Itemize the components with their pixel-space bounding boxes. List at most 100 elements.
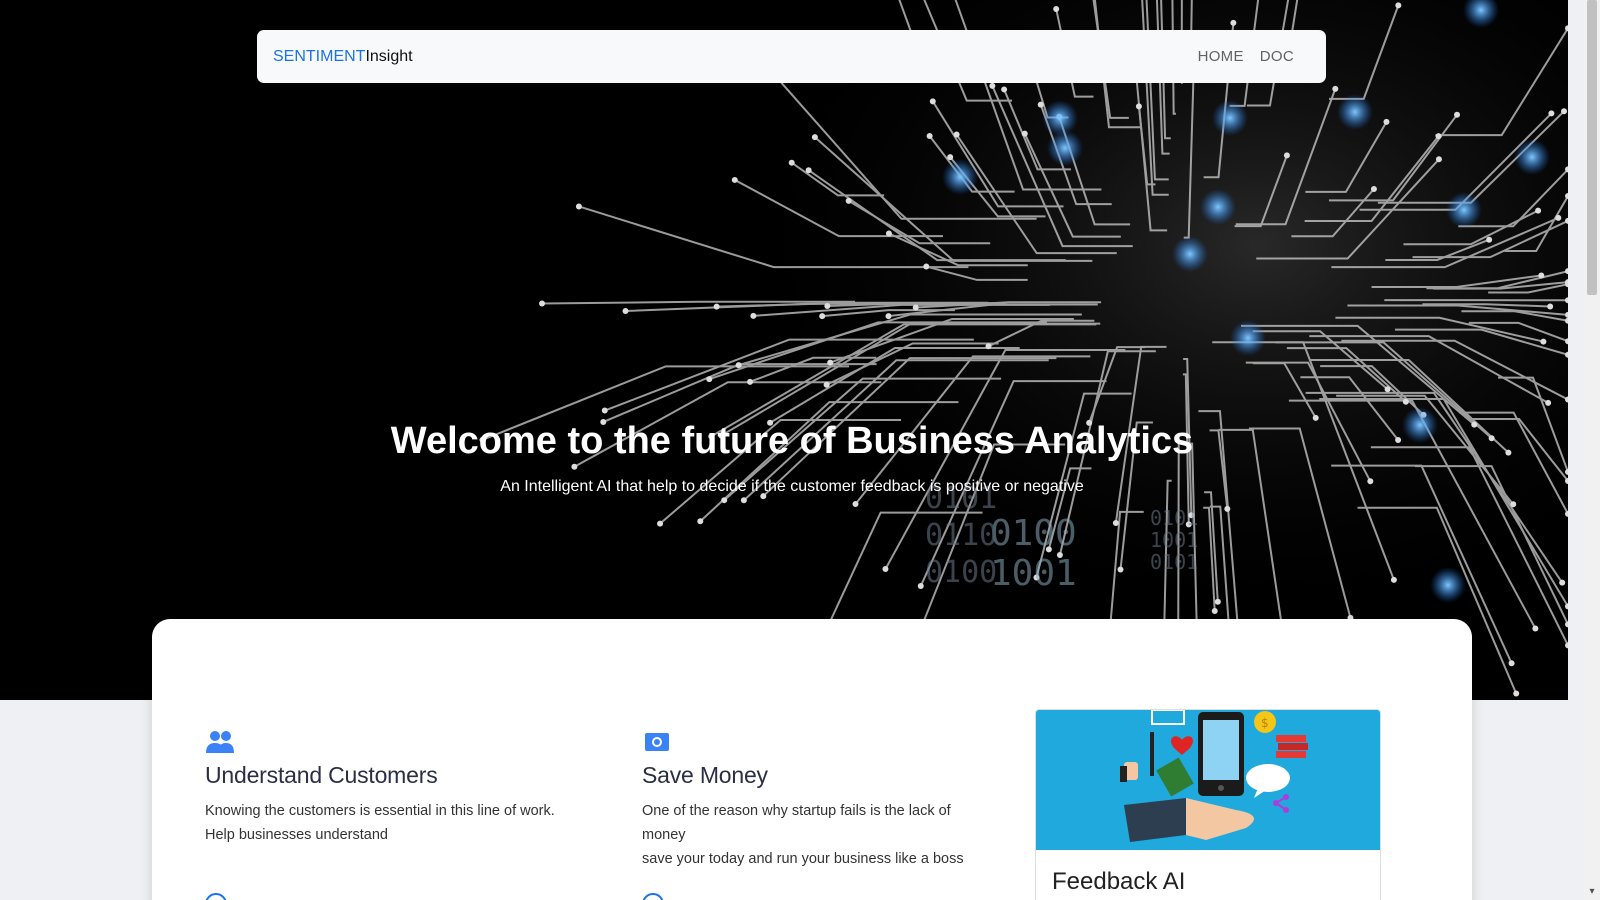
money-icon xyxy=(645,733,669,751)
circuit-node xyxy=(713,303,720,310)
circuit-node xyxy=(1390,576,1397,583)
circuit-node xyxy=(735,362,742,369)
circuit-brain-background: 0101 0110 0100 0100 1001 0101 1001 0101 xyxy=(479,0,1568,700)
circuit-node xyxy=(1555,214,1562,221)
feedback-card-title: Feedback AI xyxy=(1052,868,1186,895)
circuit-node xyxy=(721,497,728,504)
circuit-node xyxy=(845,197,852,204)
circuit-node xyxy=(1508,660,1515,667)
circuit-node xyxy=(1510,501,1517,508)
circuit-node xyxy=(622,308,629,315)
feature-save-money: Save Money One of the reason why startup… xyxy=(642,729,992,871)
circuit-node xyxy=(827,359,834,366)
svg-text:$: $ xyxy=(1261,716,1269,730)
circuit-node xyxy=(885,230,892,237)
circuit-glow xyxy=(1230,320,1266,356)
circuit-node xyxy=(1384,386,1391,393)
circuit-node xyxy=(923,263,930,270)
circuit-node xyxy=(1214,598,1221,605)
nav-link-doc[interactable]: DOC xyxy=(1260,48,1294,65)
svg-text:0110: 0110 xyxy=(925,518,997,553)
circuit-node xyxy=(929,98,936,105)
svg-text:0101: 0101 xyxy=(1150,550,1198,574)
svg-text:1001: 1001 xyxy=(990,553,1077,594)
top-navbar: SENTIMENTInsight HOME DOC xyxy=(257,30,1326,83)
hero-section: 0101 0110 0100 0100 1001 0101 1001 0101 … xyxy=(0,0,1568,700)
feature-line-2: save your today and run your business li… xyxy=(642,851,964,867)
circuit-node xyxy=(539,300,546,307)
circuit-node xyxy=(747,378,754,385)
circuit-node xyxy=(1383,118,1390,125)
circuit-node xyxy=(1559,579,1566,586)
feature-understand-customers: Understand Customers Knowing the custome… xyxy=(205,729,605,847)
circuit-node xyxy=(1117,566,1124,573)
scrollbar-thumb[interactable] xyxy=(1587,0,1597,295)
circuit-node xyxy=(985,343,992,350)
circuit-node xyxy=(882,566,889,573)
circuit-node xyxy=(1540,338,1547,345)
svg-text:0100: 0100 xyxy=(990,513,1077,554)
circuit-node xyxy=(1538,272,1545,279)
circuit-glow xyxy=(1200,189,1236,225)
circuit-node xyxy=(805,167,812,174)
circuit-node xyxy=(1053,5,1060,12)
circuit-node xyxy=(823,381,830,388)
circuit-node xyxy=(953,131,960,138)
circle-icon xyxy=(205,893,227,900)
circuit-node xyxy=(1112,520,1119,527)
circuit-node xyxy=(1548,110,1555,117)
circuit-glow xyxy=(1042,100,1078,136)
circuit-node xyxy=(989,82,996,89)
features-card: Understand Customers Knowing the custome… xyxy=(152,619,1472,900)
circle-icon xyxy=(642,893,664,900)
hero-subtitle: An Intelligent AI that help to decide if… xyxy=(500,478,1084,495)
circuit-node xyxy=(1230,19,1237,26)
feature-title: Save Money xyxy=(642,762,768,788)
svg-text:1001: 1001 xyxy=(1150,528,1198,552)
circuit-node xyxy=(1283,152,1290,159)
circuit-node xyxy=(706,376,713,383)
circuit-glow xyxy=(1446,192,1482,228)
circuit-node xyxy=(917,583,924,590)
svg-text:0100: 0100 xyxy=(925,555,997,590)
feature-line-1: Knowing the customers is essential in th… xyxy=(205,803,555,819)
circuit-node xyxy=(657,520,664,527)
circuit-node xyxy=(852,500,859,507)
circuit-glow xyxy=(1430,567,1466,603)
brand-part-sentiment: SENTIMENT xyxy=(273,47,366,65)
scroll-down-arrow-icon[interactable]: ▾ xyxy=(1584,884,1600,900)
circuit-node xyxy=(1547,303,1554,310)
circuit-node xyxy=(731,176,738,183)
circuit-node xyxy=(1224,505,1231,512)
circuit-node xyxy=(1402,398,1409,405)
circuit-node xyxy=(1370,185,1377,192)
circuit-node xyxy=(788,159,795,166)
circuit-glow xyxy=(1514,139,1550,175)
nav-link-home[interactable]: HOME xyxy=(1198,48,1244,65)
circuit-glow xyxy=(1172,236,1208,272)
circuit-node xyxy=(819,313,826,320)
circuit-node xyxy=(1513,690,1520,697)
nav-links: HOME DOC xyxy=(1198,48,1294,65)
circuit-node xyxy=(1532,625,1539,632)
circuit-node xyxy=(824,302,831,309)
circuit-node xyxy=(1435,156,1442,163)
circuit-node xyxy=(1435,133,1442,140)
circuit-glow xyxy=(1047,130,1083,166)
brand-logo[interactable]: SENTIMENTInsight xyxy=(273,48,413,66)
circuit-node xyxy=(750,312,757,319)
circuit-node xyxy=(571,463,578,470)
circuit-node xyxy=(1332,85,1339,92)
circuit-node xyxy=(1037,101,1044,108)
circuit-node xyxy=(1135,103,1142,110)
feedback-illustration: $ xyxy=(1036,710,1380,850)
circuit-node xyxy=(912,304,919,311)
feature-line-1: One of the reason why startup fails is t… xyxy=(642,803,951,843)
circuit-glow xyxy=(1337,94,1373,130)
brand-part-insight: Insight xyxy=(365,47,413,65)
feature-line-2: Help businesses understand xyxy=(205,827,388,843)
circuit-node xyxy=(740,497,747,504)
circuit-node xyxy=(601,407,608,414)
feedback-ai-card[interactable]: $ Feedback AI xyxy=(1035,709,1381,900)
circuit-node xyxy=(885,313,892,320)
